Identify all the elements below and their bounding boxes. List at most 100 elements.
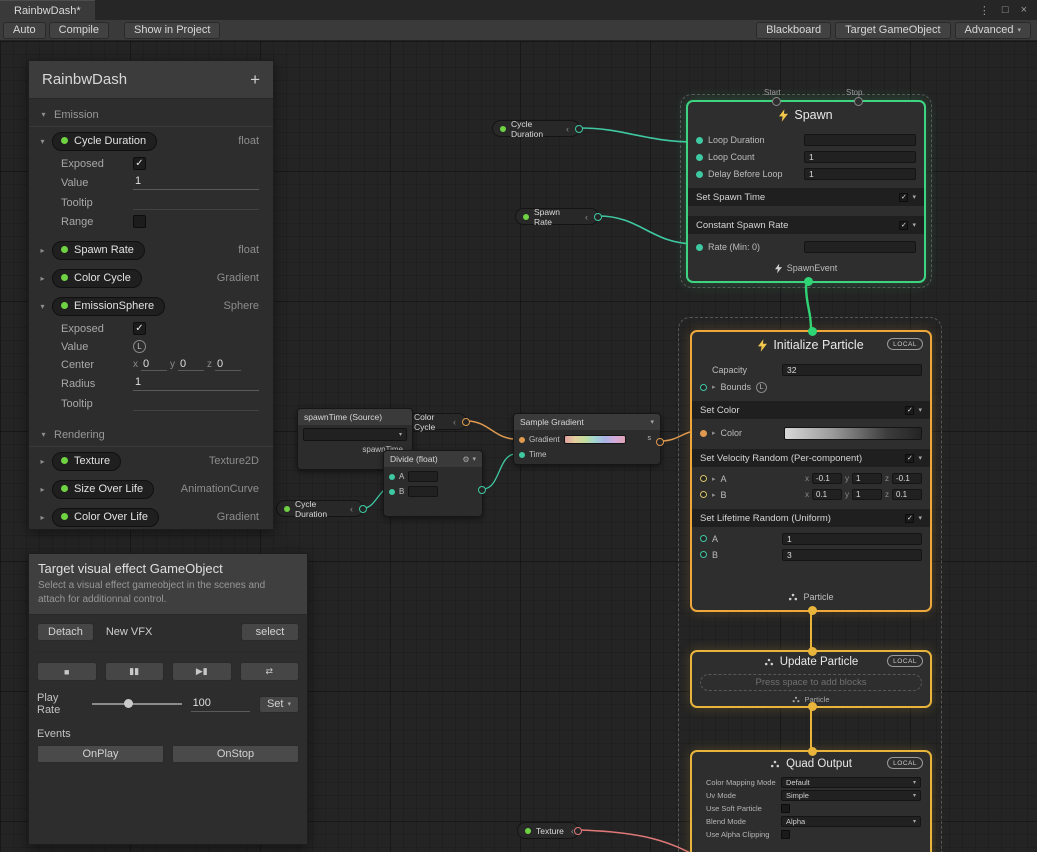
dropdown-caret-icon[interactable]: ▾ [650, 418, 654, 426]
exposed-checkbox[interactable]: ✓ [133, 157, 146, 170]
lifetime-b-field[interactable]: 3 [782, 549, 922, 561]
property-pill[interactable]: Color Over Life [52, 508, 159, 527]
cycle-duration-parameter-node-2[interactable]: Cycle Duration ‹ [276, 500, 364, 517]
dropdown-caret-icon[interactable]: ▾ [472, 455, 476, 463]
alpha-clipping-checkbox[interactable] [781, 830, 790, 839]
restart-button[interactable]: ⇄ [240, 662, 300, 681]
spawn-node-title[interactable]: Spawn [688, 102, 924, 128]
velocity-a-port[interactable] [700, 475, 707, 482]
divide-b-port[interactable] [389, 489, 395, 495]
initialize-output-port[interactable] [808, 606, 817, 615]
gradient-input-port[interactable] [519, 437, 525, 443]
lifetime-b-port[interactable] [700, 551, 707, 558]
foldout-closed-icon[interactable]: ▸ [712, 475, 716, 483]
attribute-location-select[interactable]: ▾ [303, 428, 407, 441]
spawnevent-port[interactable] [804, 277, 813, 286]
stop-flow-port[interactable] [854, 97, 863, 106]
close-icon[interactable]: × [1021, 4, 1027, 16]
spawn-rate-output-port[interactable] [594, 213, 602, 221]
collapse-chevron-icon[interactable]: ‹ [566, 124, 569, 134]
auto-button[interactable]: Auto [3, 22, 46, 39]
cycle-duration-output-port[interactable] [575, 125, 583, 133]
initialize-particle-node[interactable]: Initialize Particle LOCAL Capacity 32 ▸ … [690, 330, 932, 612]
bounds-port[interactable] [700, 384, 707, 391]
property-texture[interactable]: ▸ Texture Texture2D [29, 447, 273, 475]
block-enabled-checkbox[interactable]: ✓ [905, 406, 914, 415]
initialize-input-port[interactable] [808, 327, 817, 336]
uv-mode-select[interactable]: Simple ▾ [781, 790, 921, 801]
loop-duration-port[interactable] [696, 137, 703, 144]
blackboard-header[interactable]: RainbwDash + [29, 61, 273, 99]
category-rendering[interactable]: ▾ Rendering [29, 423, 273, 447]
foldout-open-icon[interactable]: ▾ [38, 137, 47, 146]
divide-output-port[interactable] [478, 486, 486, 494]
detach-button[interactable]: Detach [37, 623, 94, 641]
onplay-button[interactable]: OnPlay [37, 745, 164, 763]
radius-field[interactable]: 1 [133, 376, 259, 391]
dropdown-caret-icon[interactable]: ▾ [912, 193, 916, 201]
play-rate-slider[interactable] [92, 698, 182, 710]
divide-operator-node[interactable]: Divide (float) ⚙ ▾ A B [383, 450, 483, 517]
dropdown-caret-icon[interactable]: ▾ [912, 221, 916, 229]
value-field[interactable]: 1 [133, 175, 259, 190]
property-pill[interactable]: Cycle Duration [52, 132, 157, 151]
spawn-context-node[interactable]: Start Stop Spawn Loop Duration Loop Coun… [686, 100, 926, 283]
block-enabled-checkbox[interactable]: ✓ [905, 454, 914, 463]
foldout-closed-icon[interactable]: ▸ [712, 429, 716, 437]
velocity-b-z-field[interactable]: 0.1 [892, 489, 922, 500]
quad-input-port[interactable] [808, 747, 817, 756]
exposed-checkbox[interactable]: ✓ [133, 322, 146, 335]
foldout-closed-icon[interactable]: ▸ [712, 491, 716, 499]
soft-particle-checkbox[interactable] [781, 804, 790, 813]
foldout-closed-icon[interactable]: ▸ [38, 513, 47, 522]
sample-gradient-title[interactable]: Sample Gradient ▾ [514, 414, 660, 430]
menu-icon[interactable]: ⋮ [979, 4, 990, 17]
link-badge[interactable]: L [133, 340, 146, 353]
texture-output-port[interactable] [574, 827, 582, 835]
foldout-open-icon[interactable]: ▾ [38, 302, 47, 311]
cycle-duration-2-output-port[interactable] [359, 505, 367, 513]
sample-gradient-output-port[interactable] [656, 438, 664, 446]
collapse-chevron-icon[interactable]: ‹ [453, 417, 456, 427]
tooltip-field[interactable] [133, 195, 259, 210]
range-checkbox[interactable] [133, 215, 146, 228]
sample-gradient-node[interactable]: Sample Gradient ▾ Gradient Time s [513, 413, 661, 465]
add-property-button[interactable]: + [250, 70, 260, 90]
property-pill[interactable]: Color Cycle [52, 269, 142, 288]
velocity-b-port[interactable] [700, 491, 707, 498]
lifetime-a-field[interactable]: 1 [782, 533, 922, 545]
color-cycle-output-port[interactable] [462, 418, 470, 426]
divide-node-title[interactable]: Divide (float) ⚙ ▾ [384, 451, 482, 467]
spawn-rate-parameter-node[interactable]: Spawn Rate ‹ [515, 208, 599, 225]
update-particle-node[interactable]: Update Particle LOCAL Press space to add… [690, 650, 932, 708]
collapse-chevron-icon[interactable]: ‹ [350, 504, 353, 514]
start-flow-port[interactable] [772, 97, 781, 106]
set-velocity-random-block[interactable]: Set Velocity Random (Per-component) ✓ ▾ [692, 449, 930, 467]
center-z-field[interactable]: 0 [215, 358, 241, 371]
property-spawn-rate[interactable]: ▸ Spawn Rate float [29, 236, 273, 264]
pause-button[interactable]: ▮▮ [105, 662, 165, 681]
property-pill[interactable]: Size Over Life [52, 480, 154, 499]
rate-port[interactable] [696, 244, 703, 251]
divide-a-field[interactable] [408, 471, 438, 482]
add-blocks-placeholder[interactable]: Press space to add blocks [700, 674, 922, 691]
maximize-icon[interactable]: □ [1002, 4, 1009, 16]
step-button[interactable]: ▶▮ [172, 662, 232, 681]
center-y-field[interactable]: 0 [178, 358, 204, 371]
velocity-a-x-field[interactable]: -0.1 [812, 473, 842, 484]
slider-handle[interactable] [124, 699, 133, 708]
update-output-port[interactable] [808, 702, 817, 711]
rate-field[interactable] [804, 241, 916, 253]
property-color-over-life[interactable]: ▸ Color Over Life Gradient [29, 503, 273, 531]
foldout-closed-icon[interactable]: ▸ [38, 274, 47, 283]
color-mapping-select[interactable]: Default ▾ [781, 777, 921, 788]
block-enabled-checkbox[interactable]: ✓ [899, 221, 908, 230]
property-pill[interactable]: Spawn Rate [52, 241, 145, 260]
blackboard-toggle[interactable]: Blackboard [756, 22, 831, 39]
property-color-cycle[interactable]: ▸ Color Cycle Gradient [29, 264, 273, 292]
dropdown-caret-icon[interactable]: ▾ [918, 454, 922, 462]
quad-output-node[interactable]: Quad Output LOCAL Color Mapping Mode Def… [690, 750, 932, 852]
delay-before-loop-field[interactable]: 1 [804, 168, 916, 180]
velocity-b-x-field[interactable]: 0.1 [812, 489, 842, 500]
gradient-swatch[interactable] [564, 435, 626, 444]
